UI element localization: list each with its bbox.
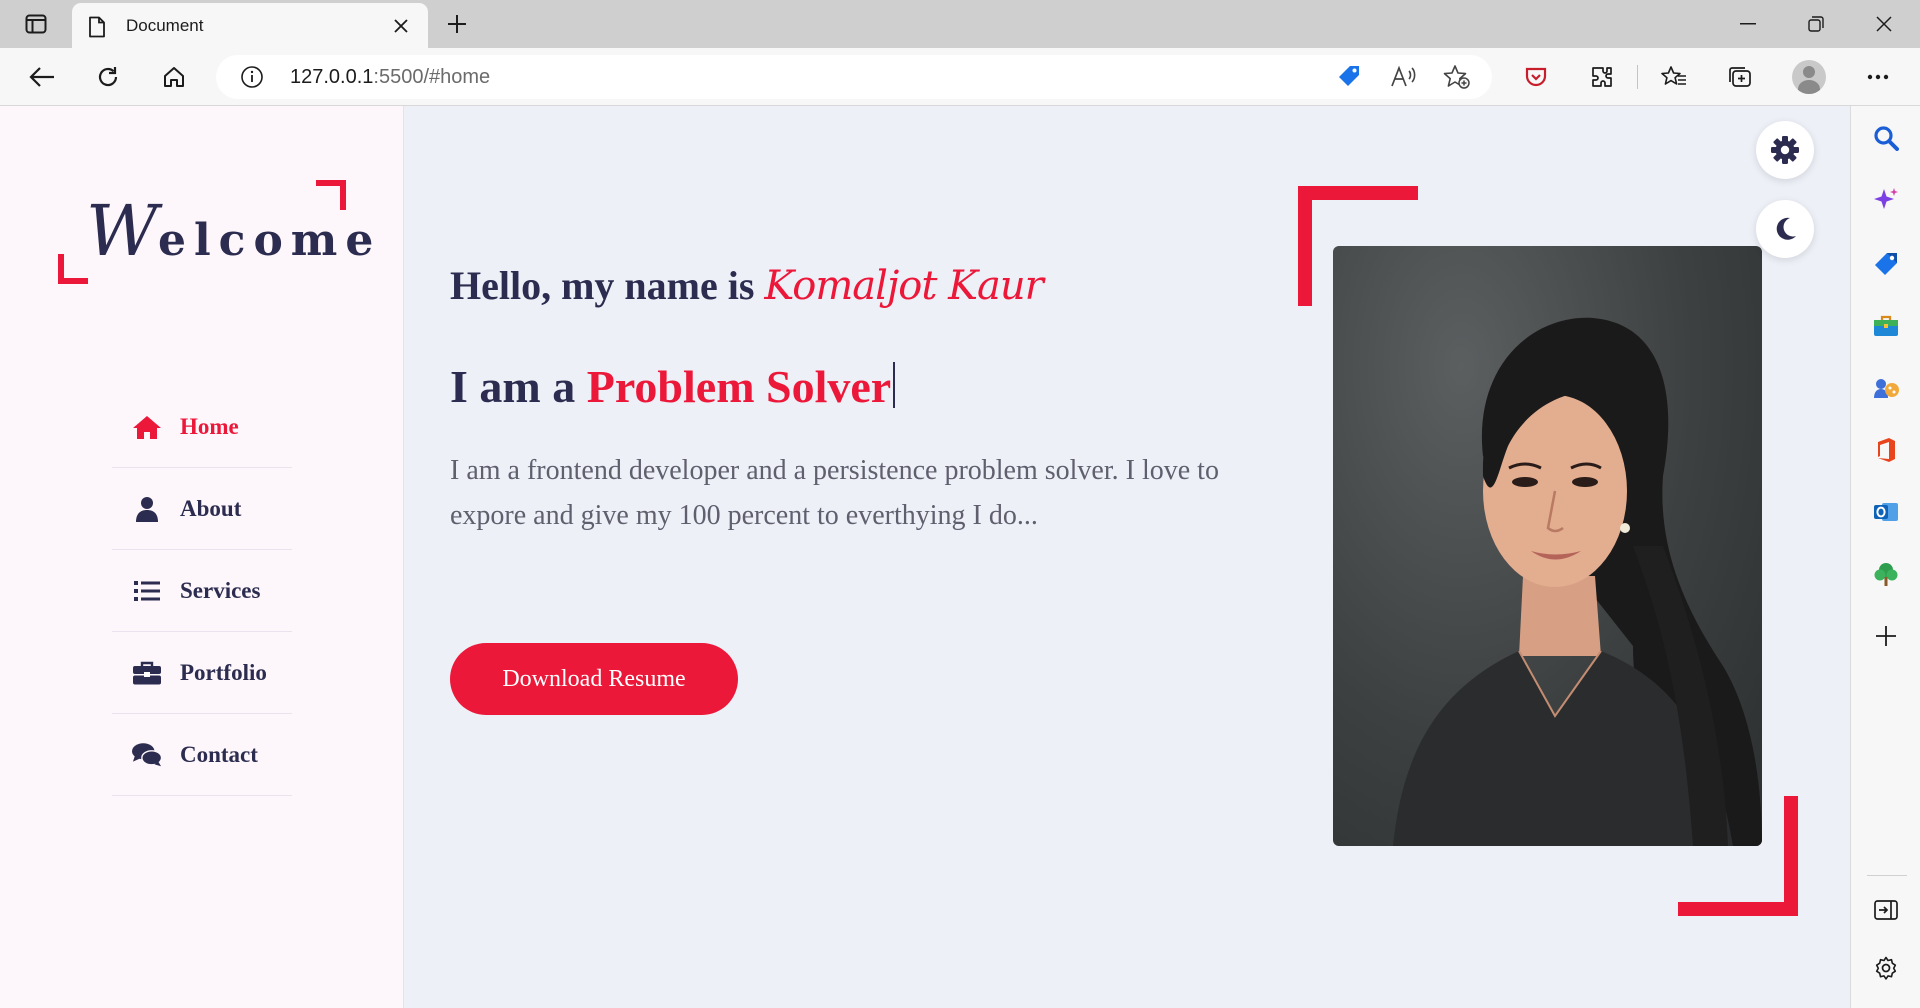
add-favorite-icon[interactable] [1442,63,1472,91]
user-icon [132,496,162,522]
toolbar-divider [1637,65,1638,89]
list-icon [132,578,162,604]
document-icon [88,16,108,37]
logo-initial: W [86,190,158,272]
browser-toolbar: 127.0.0.1:5500/#home [0,48,1920,106]
favorites-icon[interactable] [1656,59,1692,95]
address-bar[interactable]: 127.0.0.1:5500/#home [216,55,1492,99]
minimize-icon[interactable] [1720,8,1776,40]
dark-mode-toggle[interactable] [1756,200,1814,258]
nav-item-contact[interactable]: Contact [112,714,292,796]
coupon-tag-icon[interactable] [1334,63,1364,91]
home-browser-icon[interactable] [156,59,192,95]
url-host: 127.0.0.1 [290,66,374,88]
outlook-icon[interactable] [1872,498,1900,526]
greeting-text: Hello, my name is [450,263,755,308]
office-icon[interactable] [1872,436,1900,464]
more-options-icon[interactable] [1860,59,1896,95]
tree-icon[interactable] [1872,560,1900,588]
edge-sidebar [1850,106,1920,1008]
nav-item-services[interactable]: Services [112,550,292,632]
collections-icon[interactable] [1722,59,1758,95]
nav-label-portfolio: Portfolio [180,659,267,685]
typing-caret [893,362,896,408]
logo-rest: elcome [157,215,382,266]
page-sidebar: Welcome Home About Services Portfolio Co… [0,106,404,1008]
shopping-tag-icon[interactable] [1872,250,1900,278]
extensions-icon[interactable] [1584,59,1620,95]
nav-item-portfolio[interactable]: Portfolio [112,632,292,714]
restore-icon[interactable] [1788,8,1844,40]
browser-tab[interactable]: Document [72,3,428,48]
nav-item-about[interactable]: About [112,468,292,550]
profile-avatar[interactable] [1792,60,1826,94]
hero-role: I am a Problem Solver [450,360,896,413]
nav-label-services: Services [180,577,261,603]
hero-name: Komaljot Kaur [764,263,1043,309]
sidebar-settings-icon[interactable] [1872,954,1900,982]
copilot-sparkle-icon[interactable] [1872,186,1900,214]
url-path: :5500/#home [373,66,491,88]
nav-label-about: About [180,495,242,521]
back-icon[interactable] [24,59,60,95]
main-nav: Home About Services Portfolio Contact [112,386,292,796]
refresh-icon[interactable] [90,59,126,95]
edge-sidebar-divider [1867,875,1907,876]
read-aloud-icon[interactable] [1388,63,1418,91]
hero-description: I am a frontend developer and a persiste… [450,455,1219,531]
nav-label-contact: Contact [180,741,258,767]
tab-actions-icon[interactable] [16,10,56,38]
url-text: 127.0.0.1:5500/#home [290,66,490,89]
nav-label-home: Home [180,413,239,439]
moon-icon [1772,216,1798,242]
hide-sidebar-icon[interactable] [1872,896,1900,924]
close-window-icon[interactable] [1856,8,1912,40]
close-tab-icon[interactable] [390,15,412,37]
logo-text: Welcome [86,190,381,272]
add-icon[interactable] [1872,622,1900,650]
role-prefix: I am a [450,361,576,412]
web-page: Welcome Home About Services Portfolio Co… [0,106,1850,1008]
tab-title: Document [126,15,204,35]
logo-corner-bottom-left [58,254,88,284]
hero-greeting: Hello, my name is Komaljot Kaur [450,262,1044,309]
nav-item-home[interactable]: Home [112,386,292,468]
games-icon[interactable] [1872,374,1900,402]
new-tab-icon[interactable] [442,10,472,38]
pocket-extension-icon[interactable] [1518,59,1554,95]
role-text: Problem Solver [586,361,892,412]
gear-icon [1770,135,1800,165]
settings-button[interactable] [1756,121,1814,179]
download-resume-button[interactable]: Download Resume [450,643,738,715]
search-icon[interactable] [1872,124,1900,152]
briefcase-icon [132,660,162,686]
comments-icon [132,742,162,768]
tools-briefcase-icon[interactable] [1872,312,1900,340]
home-icon [132,414,162,440]
browser-tab-bar: Document [0,0,1920,48]
welcome-logo[interactable]: Welcome [58,180,373,284]
site-info-icon[interactable] [240,65,264,89]
profile-photo [1333,246,1762,846]
